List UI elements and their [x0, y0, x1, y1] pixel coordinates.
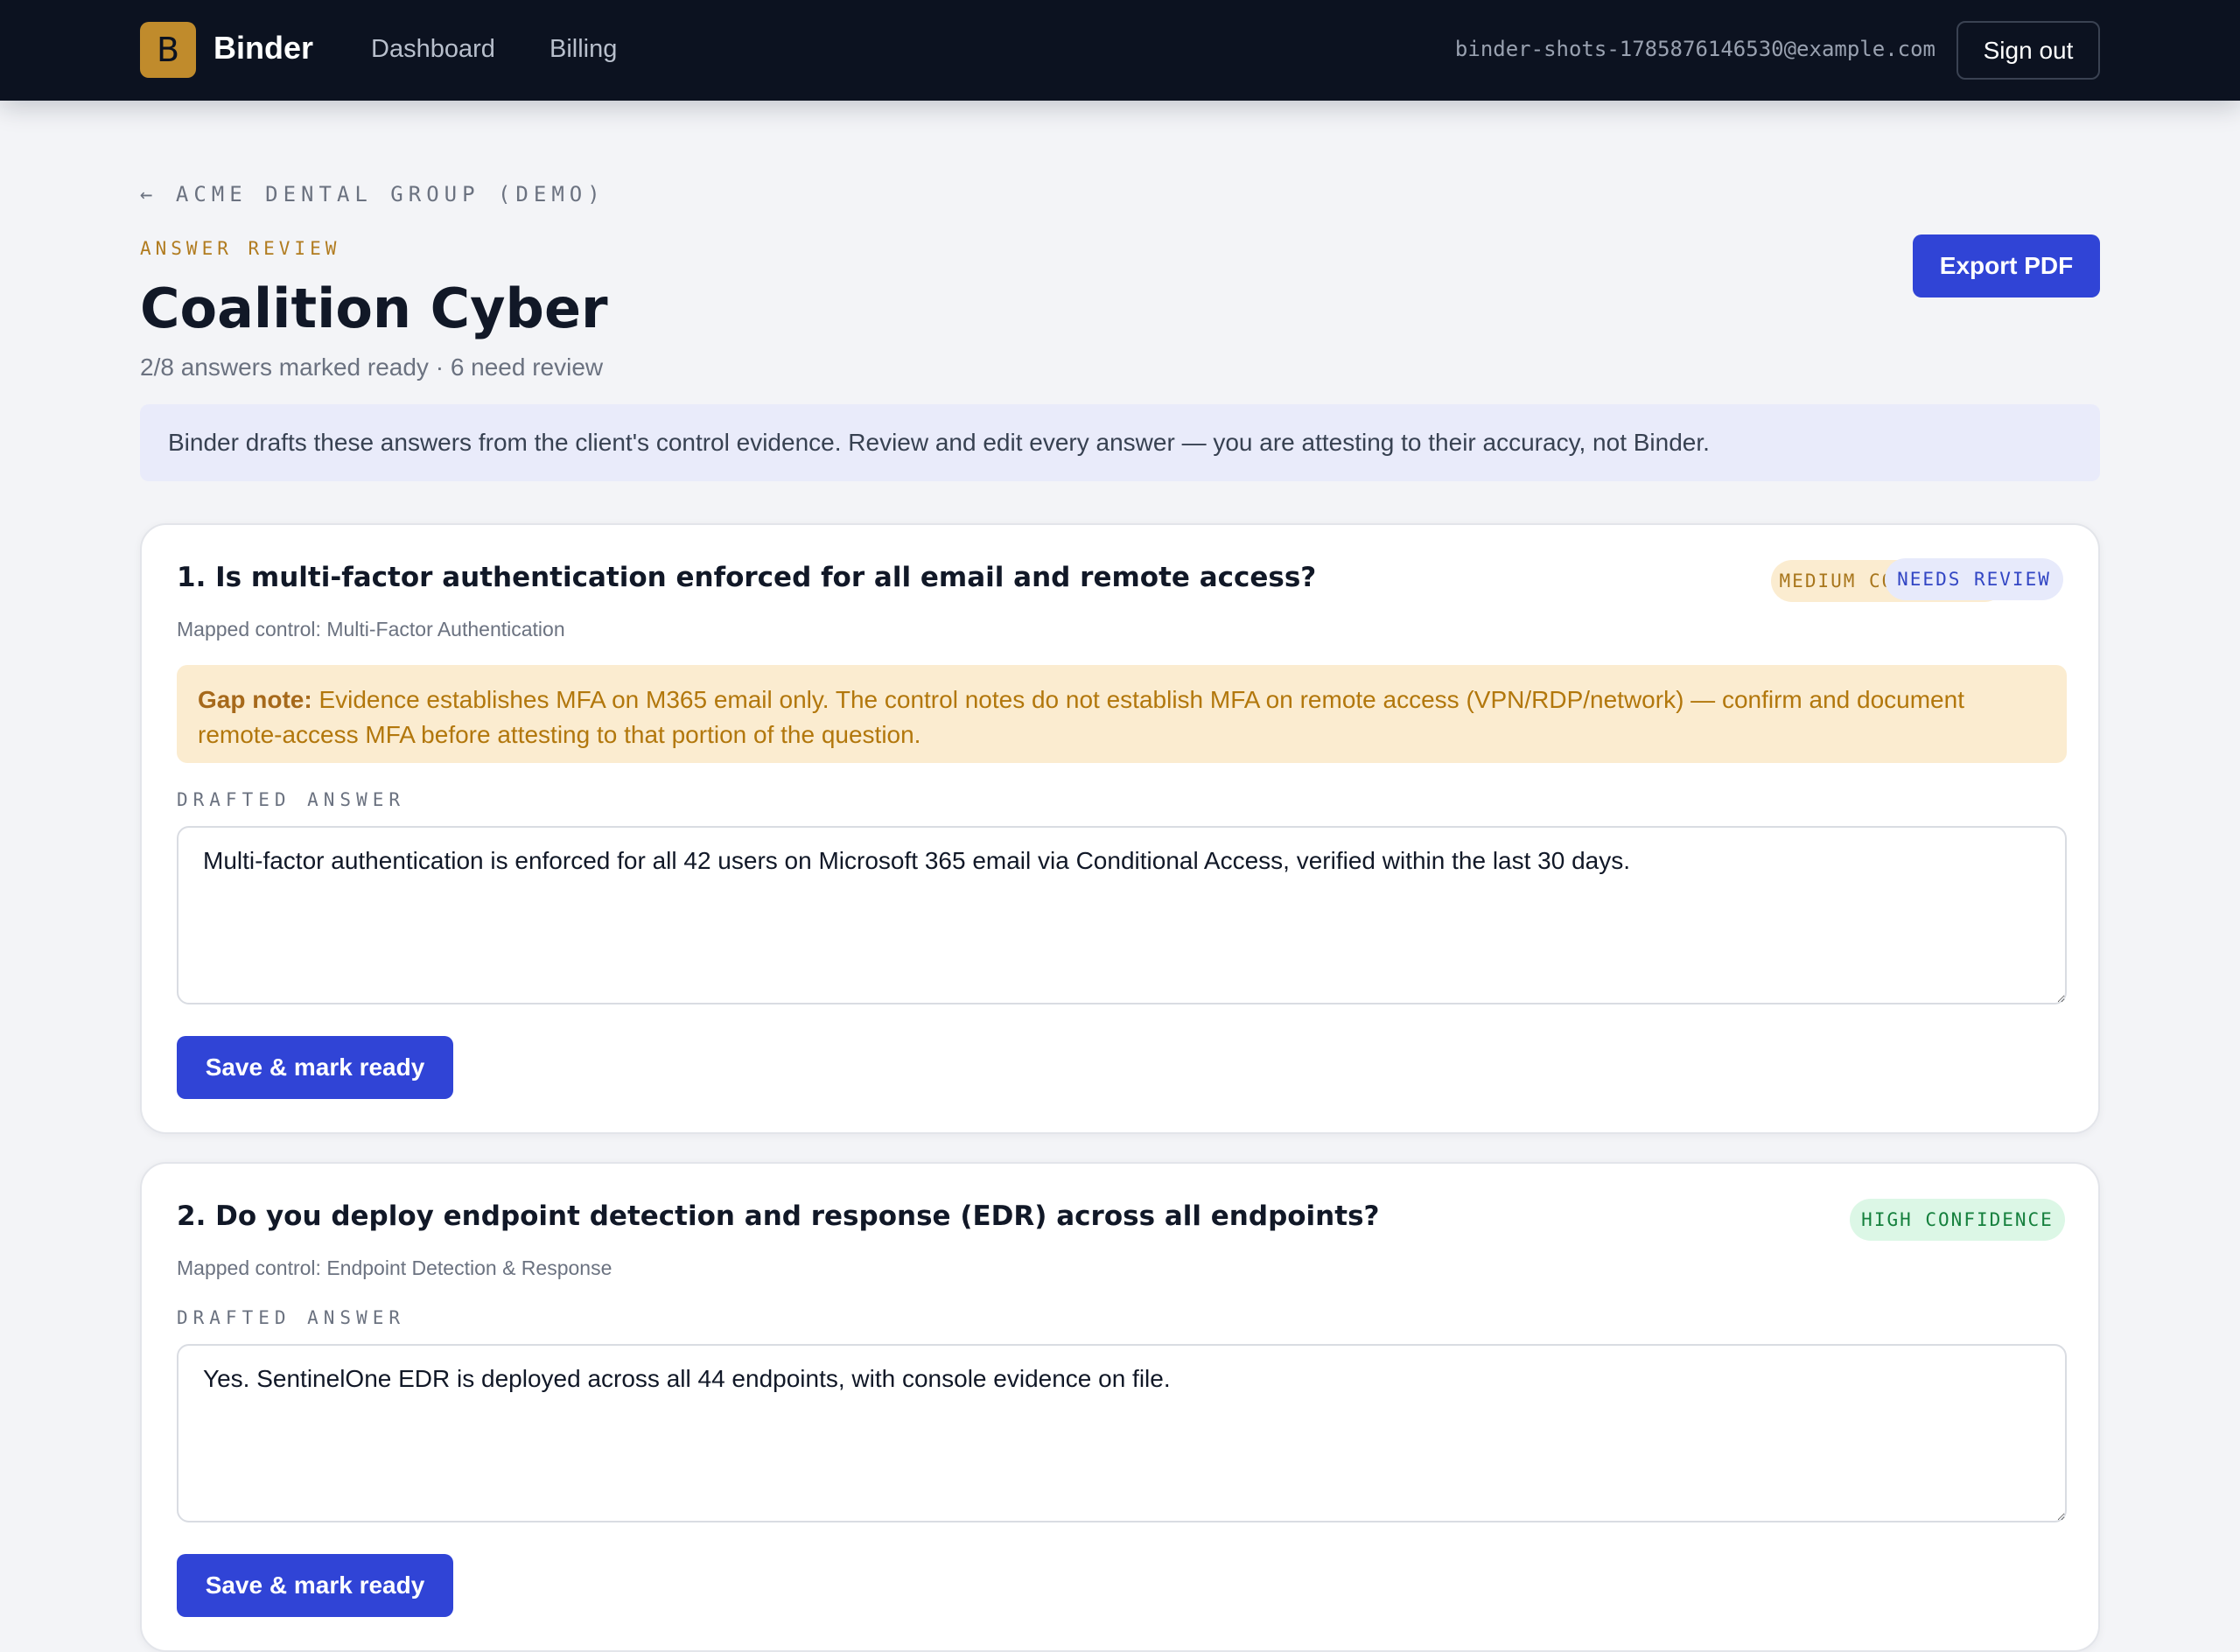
- mapped-control: Mapped control: Multi-Factor Authenticat…: [177, 618, 565, 640]
- question-card: 2. Do you deploy endpoint detection and …: [140, 1162, 2100, 1652]
- status-badge: NEEDS REVIEW: [1885, 558, 2063, 600]
- drafted-answer-input[interactable]: Yes. SentinelOne EDR is deployed across …: [177, 1344, 2067, 1522]
- export-pdf-button[interactable]: Export PDF: [1913, 234, 2100, 298]
- question-title: 1. Is multi-factor authentication enforc…: [177, 562, 1317, 593]
- back-to-client-link[interactable]: ← ACME DENTAL GROUP (DEMO): [140, 182, 606, 206]
- user-email: binder-shots-1785876146530@example.com: [1454, 37, 1936, 61]
- mapped-control: Mapped control: Endpoint Detection & Res…: [177, 1256, 612, 1279]
- page-eyebrow: ANSWER REVIEW: [140, 238, 341, 259]
- gap-note-label: Gap note:: [198, 686, 312, 713]
- nav-link-billing[interactable]: Billing: [550, 35, 617, 64]
- binder-logo-icon[interactable]: B: [140, 22, 196, 78]
- sign-out-button[interactable]: Sign out: [1956, 21, 2100, 80]
- brand-name[interactable]: Binder: [214, 30, 313, 66]
- disclaimer-banner: Binder drafts these answers from the cli…: [140, 404, 2100, 481]
- gap-note: Gap note: Evidence establishes MFA on M3…: [177, 665, 2067, 763]
- question-title: 2. Do you deploy endpoint detection and …: [177, 1200, 1380, 1232]
- question-card: 1. Is multi-factor authentication enforc…: [140, 523, 2100, 1134]
- nav-link-dashboard[interactable]: Dashboard: [371, 35, 495, 64]
- confidence-badge: HIGH CONFIDENCE: [1850, 1199, 2065, 1241]
- disclaimer-text: Binder drafts these answers from the cli…: [168, 429, 1710, 456]
- save-mark-ready-button[interactable]: Save & mark ready: [177, 1554, 453, 1617]
- drafted-answer-label: DRAFTED ANSWER: [177, 789, 406, 810]
- page-title: Coalition Cyber: [140, 276, 608, 340]
- drafted-answer-label: DRAFTED ANSWER: [177, 1307, 406, 1328]
- gap-note-text: Evidence establishes MFA on M365 email o…: [198, 686, 1964, 748]
- drafted-answer-input[interactable]: Multi-factor authentication is enforced …: [177, 826, 2067, 1004]
- review-summary: 2/8 answers marked ready · 6 need review: [140, 354, 604, 381]
- save-mark-ready-button[interactable]: Save & mark ready: [177, 1036, 453, 1099]
- top-navbar: B Binder Dashboard Billing binder-shots-…: [0, 0, 2240, 101]
